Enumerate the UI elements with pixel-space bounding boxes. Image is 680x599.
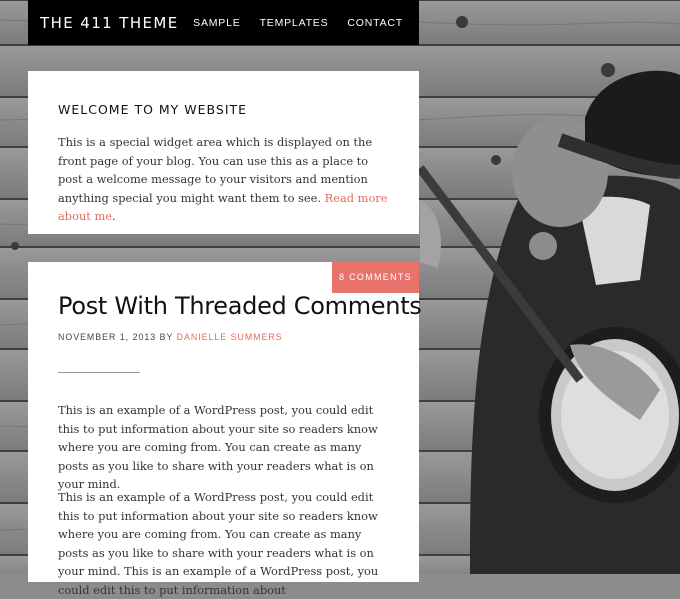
widget-text: This is a special widget area which is d… [58, 133, 396, 226]
comments-count-badge[interactable]: 8 COMMENTS [332, 262, 419, 293]
post-paragraph: This is an example of a WordPress post, … [58, 490, 379, 597]
widget-title: WELCOME TO MY WEBSITE [58, 102, 248, 117]
site-title-link[interactable]: THE 411 THEME [40, 14, 179, 32]
post-meta: NOVEMBER 1, 2013 BY DANIELLE SUMMERS [58, 332, 283, 342]
welcome-widget: WELCOME TO MY WEBSITE This is a special … [28, 71, 419, 234]
widget-link-suffix: . [112, 209, 116, 223]
post-paragraph: This is an example of a WordPress post, … [58, 403, 378, 491]
post-date: NOVEMBER 1, 2013 BY [58, 332, 174, 342]
post-author-link[interactable]: DANIELLE SUMMERS [177, 332, 283, 342]
nav-item-templates[interactable]: TEMPLATES [260, 17, 329, 29]
nav-item-contact[interactable]: CONTACT [347, 17, 403, 29]
post-title[interactable]: Post With Threaded Comments [58, 292, 422, 320]
site-header: THE 411 THEME SAMPLE TEMPLATES CONTACT [28, 0, 419, 45]
post-divider [58, 372, 140, 373]
nav-item-sample[interactable]: SAMPLE [193, 17, 240, 29]
post-entry: 8 COMMENTS Post With Threaded Comments N… [28, 262, 422, 597]
main-nav: SAMPLE TEMPLATES CONTACT [193, 17, 403, 29]
